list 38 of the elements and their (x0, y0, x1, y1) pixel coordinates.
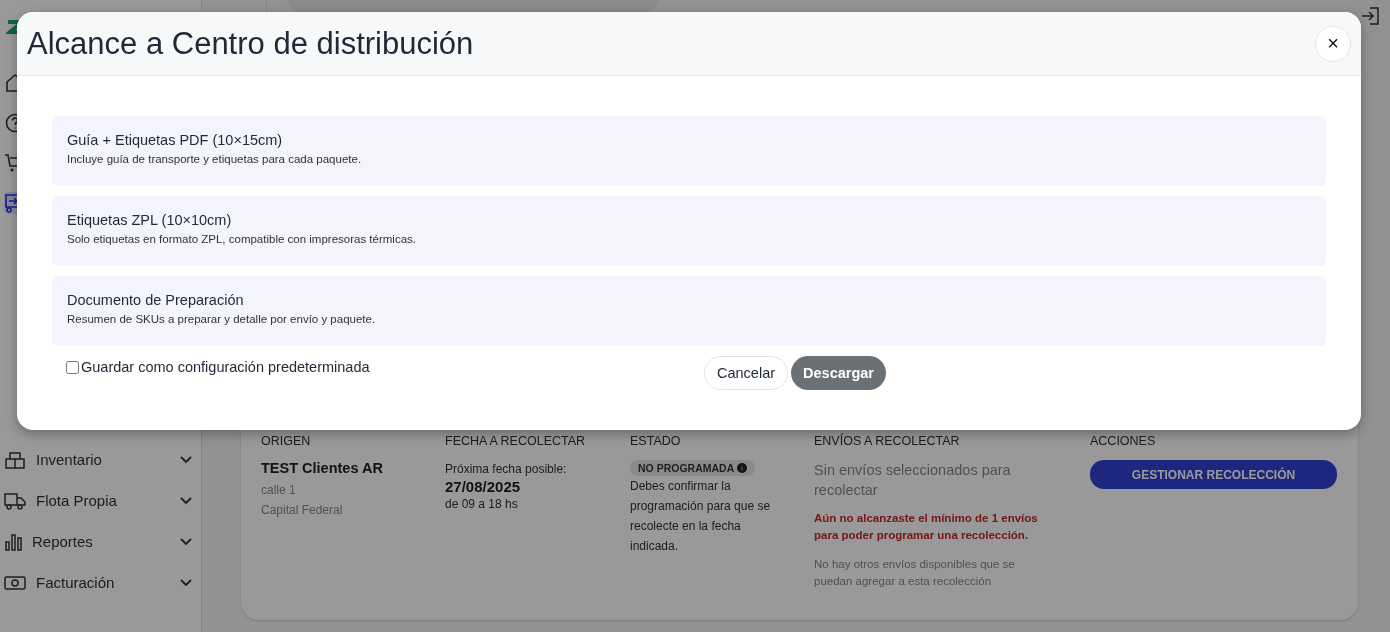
status-badge: NO PROGRAMADA (630, 460, 756, 476)
status-text: Debes confirmar la programación para que se recolecte en la fecha indicada. (630, 478, 772, 555)
modal-title: Alcance a Centro de distribución (27, 25, 475, 62)
option-description: Resumen de SKUs a preparar y detalle por envío y paquete. (67, 313, 377, 325)
sidebar-item-label: Inventario (36, 451, 103, 468)
column-header: ESTADO (630, 434, 682, 448)
shipments-text: Sin envíos seleccionados para recolectar (814, 461, 1012, 500)
checkbox-label: Guardar como configuración predeterminada (81, 359, 370, 375)
origin-street: calle 1 (261, 482, 297, 499)
download-option[interactable]: Guía + Etiquetas PDF (10×15cm) Incluye guía de transporte y etiquetas para cada paquete. (52, 116, 1326, 186)
option-description: Solo etiquetas en formato ZPL, compatible con impresoras térmicas. (67, 233, 417, 245)
warning-text: Aún no alcanzaste el mínimo de 1 envíos para poder programar una recolección. (814, 511, 1039, 543)
column-header: FECHA A RECOLECTAR (445, 434, 587, 448)
cancel-button[interactable]: Cancelar (704, 356, 789, 390)
pickup-date: 27/08/2025 (445, 478, 522, 495)
option-description: Incluye guía de transporte y etiquetas para cada paquete. (67, 153, 363, 165)
sidebar-item-label: Facturación (36, 574, 116, 591)
origin-city: Capital Federal (261, 502, 344, 519)
option-title: Documento de Preparación (67, 292, 245, 308)
pickup-hours: de 09 a 18 hs (445, 496, 519, 513)
origin-name: TEST Clientes AR (261, 460, 384, 476)
sidebar-item[interactable]: Flota Propia (0, 480, 201, 521)
column-header: ORIGEN (261, 434, 312, 448)
manage-pickup-button[interactable]: GESTIONAR RECOLECCIÓN (1090, 460, 1337, 489)
note-text: No hay otros envíos disponibles que se puedan agregar a esta recolección (814, 557, 1016, 589)
option-title: Etiquetas ZPL (10×10cm) (67, 212, 233, 228)
option-title: Guía + Etiquetas PDF (10×15cm) (67, 132, 284, 148)
column-header: ENVÍOS A RECOLECTAR (814, 434, 961, 448)
close-button[interactable]: × (1315, 25, 1351, 62)
sidebar-item-label: Flota Propia (36, 492, 118, 509)
column-header: ACCIONES (1090, 434, 1157, 448)
date-label: Próxima fecha posible: (445, 461, 568, 478)
sidebar-item[interactable]: Reportes (0, 521, 201, 562)
sidebar-item-label: Reportes (32, 533, 94, 550)
sidebar-item[interactable]: Inventario (0, 439, 201, 480)
download-option[interactable]: Documento de Preparación Resumen de SKUs a preparar y detalle por envío y paquete. (52, 276, 1326, 346)
download-option[interactable]: Etiquetas ZPL (10×10cm) Solo etiquetas en formato ZPL, compatible con impresoras térmicas. (52, 196, 1326, 266)
sidebar-item[interactable]: Facturación (0, 562, 201, 603)
